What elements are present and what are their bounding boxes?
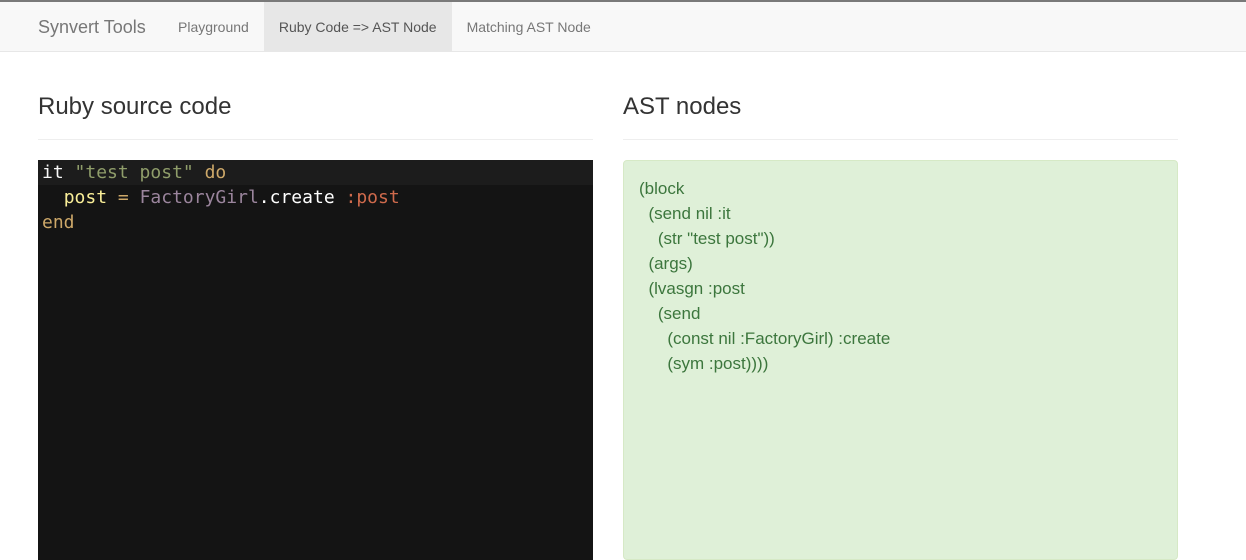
ast-line: (sym :post)))) xyxy=(639,354,769,373)
brand-link[interactable]: Synvert Tools xyxy=(38,2,146,52)
navbar: Synvert Tools Playground Ruby Code => AS… xyxy=(0,0,1246,52)
heading-divider-right xyxy=(623,139,1178,140)
ast-line: (send xyxy=(639,304,701,323)
code-token-keyword: do xyxy=(204,162,227,183)
ast-line: (str "test post")) xyxy=(639,229,775,248)
ast-line: (block xyxy=(639,179,685,198)
nav-item-ruby-code-to-ast[interactable]: Ruby Code => AST Node xyxy=(263,2,452,52)
code-line-3: end xyxy=(42,210,75,235)
ruby-source-heading: Ruby source code xyxy=(38,93,232,120)
code-token-keyword: end xyxy=(42,212,75,233)
code-token-constant: FactoryGirl xyxy=(139,187,259,208)
ast-line: (send nil :it xyxy=(639,204,731,223)
code-token-variable: post xyxy=(63,187,108,208)
nav-item-matching-ast-node[interactable]: Matching AST Node xyxy=(452,2,606,52)
code-token-symbol: :post xyxy=(345,187,400,208)
ast-line: (lvasgn :post xyxy=(639,279,745,298)
code-token-method: .create xyxy=(258,187,335,208)
ast-output-panel: (block (send nil :it (str "test post")) … xyxy=(623,160,1178,560)
nav-menu: Playground Ruby Code => AST Node Matchin… xyxy=(163,2,606,52)
nav-item-playground[interactable]: Playground xyxy=(163,2,264,52)
ast-line: (const nil :FactoryGirl) :create xyxy=(639,329,891,348)
code-token-string: "test post" xyxy=(74,162,194,183)
code-line-1: it "test post" do xyxy=(42,160,226,185)
ruby-code-editor[interactable]: it "test post" do post = FactoryGirl.cre… xyxy=(38,160,593,560)
heading-divider-left xyxy=(38,139,593,140)
code-line-2: post = FactoryGirl.create :post xyxy=(42,185,400,210)
ast-line: (args) xyxy=(639,254,693,273)
code-token-operator: = xyxy=(117,187,129,208)
code-token: it xyxy=(42,162,64,183)
ast-nodes-heading: AST nodes xyxy=(623,93,742,120)
